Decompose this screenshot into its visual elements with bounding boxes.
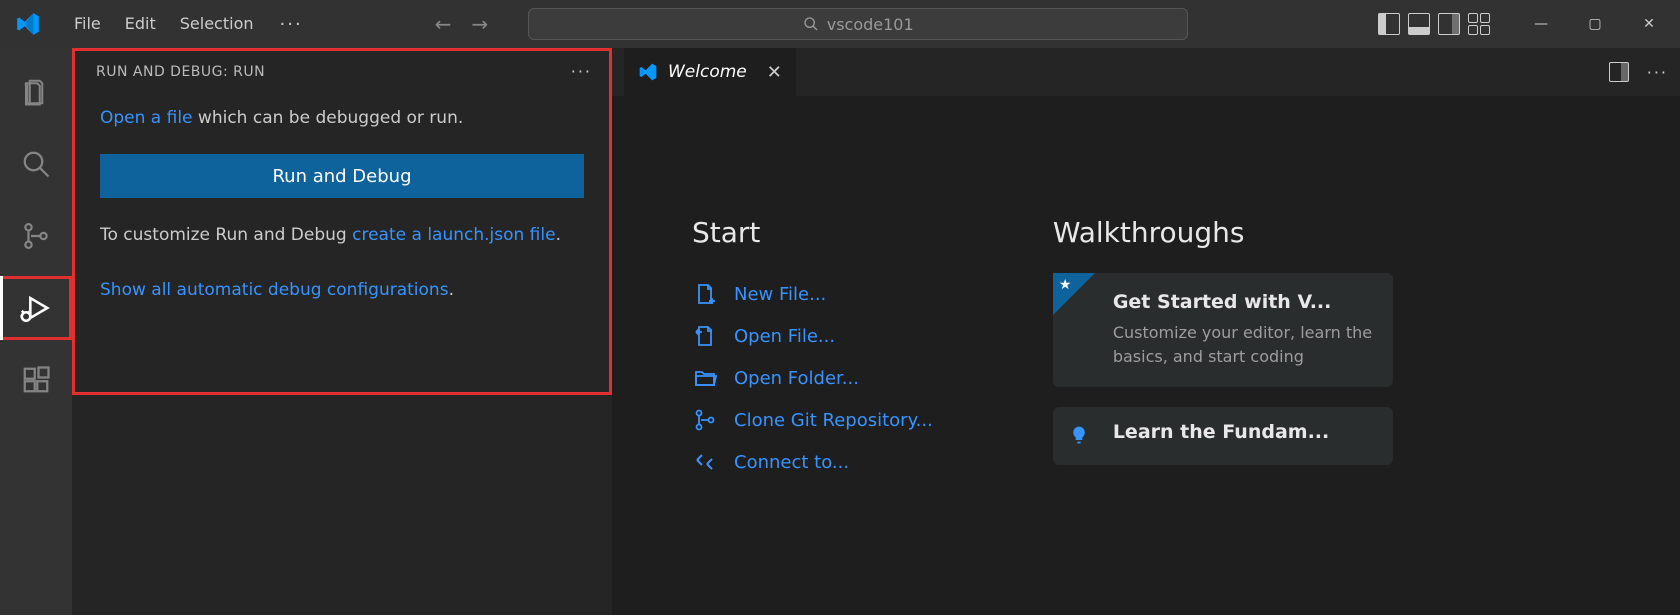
customize-layout-icon[interactable] xyxy=(1468,13,1490,35)
sidebar-title: RUN AND DEBUG: RUN xyxy=(96,64,265,80)
window-minimize-icon[interactable]: — xyxy=(1526,16,1556,32)
run-and-debug-button[interactable]: Run and Debug xyxy=(100,154,584,198)
split-editor-icon[interactable] xyxy=(1609,62,1629,82)
editor-tabs: Welcome ✕ ··· xyxy=(612,48,1680,96)
nav-forward-icon[interactable]: → xyxy=(471,12,488,36)
activity-explorer-icon[interactable] xyxy=(0,60,72,124)
open-file-icon xyxy=(692,323,718,349)
vscode-logo-icon xyxy=(8,11,48,37)
title-bar: File Edit Selection ··· ← → vscode101 — … xyxy=(0,0,1680,48)
walkthroughs-section: Walkthroughs ★ Get Started with V... Cus… xyxy=(1053,216,1393,575)
menu-bar: File Edit Selection ··· xyxy=(64,8,315,41)
menu-file[interactable]: File xyxy=(64,8,111,41)
command-center[interactable]: vscode101 xyxy=(528,8,1188,40)
walkthroughs-heading: Walkthroughs xyxy=(1053,216,1393,249)
walkthrough-desc: Customize your editor, learn the basics,… xyxy=(1113,321,1373,369)
activity-bar xyxy=(0,48,72,615)
start-item-label: Open File... xyxy=(734,326,835,347)
start-clone-repo[interactable]: Clone Git Repository... xyxy=(692,399,933,441)
folder-icon xyxy=(692,365,718,391)
start-section: Start New File... Open File... Open Fold… xyxy=(692,216,933,575)
new-file-icon xyxy=(692,281,718,307)
tab-welcome[interactable]: Welcome ✕ xyxy=(624,48,796,96)
window-close-icon[interactable]: ✕ xyxy=(1634,16,1664,32)
start-item-label: Clone Git Repository... xyxy=(734,410,933,431)
open-file-hint: Open a file which can be debugged or run… xyxy=(100,105,584,132)
welcome-page: Start New File... Open File... Open Fold… xyxy=(612,96,1680,615)
git-icon xyxy=(692,407,718,433)
editor-area: Welcome ✕ ··· Start New File... Open xyxy=(612,48,1680,615)
menu-more-icon[interactable]: ··· xyxy=(268,8,315,41)
customize-hint: To customize Run and Debug create a laun… xyxy=(100,222,584,249)
toggle-secondary-sidebar-icon[interactable] xyxy=(1438,13,1460,35)
start-open-folder[interactable]: Open Folder... xyxy=(692,357,933,399)
start-item-label: Open Folder... xyxy=(734,368,859,389)
start-connect-to[interactable]: Connect to... xyxy=(692,441,933,483)
remote-icon xyxy=(692,449,718,475)
start-new-file[interactable]: New File... xyxy=(692,273,933,315)
menu-selection[interactable]: Selection xyxy=(170,8,264,41)
walkthrough-title: Get Started with V... xyxy=(1113,291,1373,313)
sidebar-more-icon[interactable]: ··· xyxy=(571,62,592,81)
show-configs-line: Show all automatic debug configurations. xyxy=(100,277,584,304)
editor-more-icon[interactable]: ··· xyxy=(1647,63,1668,82)
create-launch-json-link[interactable]: create a launch.json file xyxy=(352,225,555,245)
show-all-configs-link[interactable]: Show all automatic debug configurations xyxy=(100,280,449,300)
activity-extensions-icon[interactable] xyxy=(0,348,72,412)
star-icon: ★ xyxy=(1059,277,1072,293)
search-placeholder: vscode101 xyxy=(827,15,914,34)
start-item-label: Connect to... xyxy=(734,452,849,473)
start-item-label: New File... xyxy=(734,284,826,305)
tab-label: Welcome xyxy=(668,62,747,82)
toggle-panel-icon[interactable] xyxy=(1408,13,1430,35)
search-icon xyxy=(803,16,819,32)
nav-back-icon[interactable]: ← xyxy=(435,12,452,36)
activity-run-debug-icon[interactable] xyxy=(0,276,72,340)
walkthrough-title: Learn the Fundam... xyxy=(1113,421,1373,443)
activity-source-control-icon[interactable] xyxy=(0,204,72,268)
open-file-link[interactable]: Open a file xyxy=(100,108,193,128)
walkthrough-fundamentals[interactable]: Learn the Fundam... xyxy=(1053,407,1393,465)
menu-edit[interactable]: Edit xyxy=(115,8,166,41)
run-debug-sidebar: RUN AND DEBUG: RUN ··· Open a file which… xyxy=(72,48,612,615)
window-maximize-icon[interactable]: ▢ xyxy=(1580,16,1610,32)
lightbulb-icon xyxy=(1069,425,1089,445)
walkthrough-get-started[interactable]: ★ Get Started with V... Customize your e… xyxy=(1053,273,1393,387)
start-heading: Start xyxy=(692,216,933,249)
vscode-icon xyxy=(638,62,658,82)
toggle-primary-sidebar-icon[interactable] xyxy=(1378,13,1400,35)
start-open-file[interactable]: Open File... xyxy=(692,315,933,357)
tab-close-icon[interactable]: ✕ xyxy=(767,62,782,83)
activity-search-icon[interactable] xyxy=(0,132,72,196)
